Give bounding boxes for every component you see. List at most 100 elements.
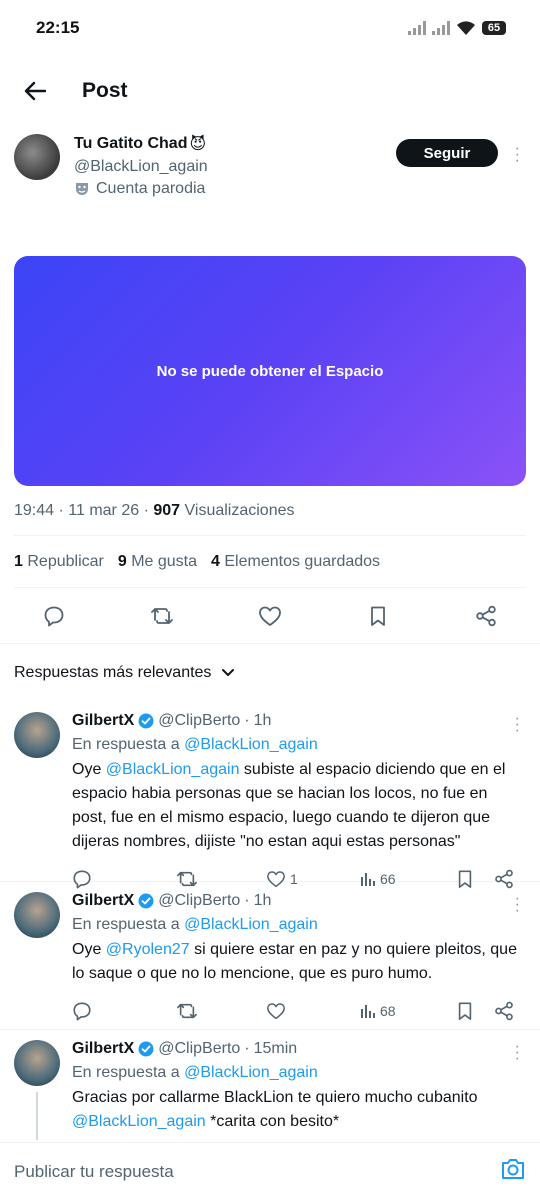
author-avatar[interactable] [14, 134, 60, 180]
author-info: Tu Gatito Chad 😈 @BlackLion_again Cuenta… [74, 134, 208, 256]
bookmarks-stat[interactable]: 4 Elementos guardados [211, 553, 380, 571]
author-emoji: 😈 [189, 136, 207, 153]
share-button[interactable] [466, 596, 506, 636]
bookmark-button[interactable] [358, 596, 398, 636]
replying-prefix: En respuesta a [72, 1064, 180, 1081]
post-time: 19:44 [14, 502, 55, 519]
author-handle[interactable]: @BlackLion_again [74, 158, 208, 176]
camera-icon [502, 1159, 524, 1179]
heart-icon [267, 1003, 285, 1020]
verified-badge-icon [138, 1041, 154, 1057]
status-bar: 22:15 65 [0, 0, 540, 56]
post-stats: 1 Republicar 9 Me gusta 4 Elementos guar… [14, 536, 526, 588]
wifi-icon [457, 21, 475, 35]
reply-share-button[interactable] [494, 1001, 514, 1021]
replying-to: En respuesta a @BlackLion_again [72, 916, 526, 934]
reply-repost-button[interactable] [176, 1001, 266, 1021]
status-icons: 65 [408, 20, 506, 36]
reply-views-button[interactable]: 68 [360, 1003, 456, 1019]
reply-author-handle[interactable]: @ClipBerto [158, 712, 240, 730]
reply-comment-button[interactable] [72, 1001, 176, 1021]
reply-text-prefix: Gracias por callarme BlackLion te quiero… [72, 1089, 478, 1106]
likes-stat[interactable]: 9 Me gusta [118, 553, 197, 571]
author-name-row[interactable]: Tu Gatito Chad 😈 [74, 134, 208, 154]
reply-more-options-icon[interactable]: · · · [515, 711, 520, 739]
reply-author-handle[interactable]: @ClipBerto [158, 892, 240, 910]
reply-item[interactable]: GilbertX @ClipBerto · 15min En respuesta… [0, 1030, 540, 1140]
reply-mention[interactable]: @Ryolen27 [106, 941, 190, 958]
share-icon [476, 605, 496, 626]
replying-to-handle[interactable]: @BlackLion_again [184, 916, 318, 933]
back-arrow-icon [24, 81, 46, 101]
reposts-count: 1 [14, 552, 23, 570]
reply-time: 1h [253, 892, 272, 909]
heart-icon [259, 606, 281, 626]
reply-text: Oye @BlackLion_again subiste al espacio … [72, 758, 526, 854]
reply-author-name[interactable]: GilbertX [72, 892, 134, 910]
share-icon [495, 1001, 513, 1021]
thread-line [36, 1092, 38, 1140]
reply-body: GilbertX @ClipBerto · 1h En respuesta a … [72, 712, 526, 889]
author-name: Tu Gatito Chad [74, 135, 188, 152]
likes-count: 9 [117, 552, 127, 570]
reply-icon [44, 606, 64, 626]
space-error-message: No se puede obtener el Espacio [156, 362, 384, 380]
reply-avatar[interactable] [14, 712, 60, 758]
reply-like-button[interactable] [266, 1002, 360, 1020]
parody-badge: Cuenta parodia [74, 180, 208, 198]
replies-sort-selector[interactable]: Respuestas más relevantes [0, 644, 540, 702]
replying-prefix: En respuesta a [72, 736, 180, 753]
repost-button[interactable] [142, 596, 182, 636]
reply-body: GilbertX @ClipBerto · 1h En respuesta a … [72, 892, 526, 1029]
bookmarks-label: Elementos guardados [224, 552, 381, 570]
camera-button[interactable] [500, 1157, 526, 1186]
dot-separator: · [244, 892, 250, 909]
dot-separator: · [244, 1040, 250, 1057]
reply-views-count: 68 [380, 1003, 396, 1019]
reply-button[interactable] [34, 596, 74, 636]
reply-more-options-icon[interactable]: · · · [515, 1039, 520, 1067]
reply-avatar[interactable] [14, 1040, 60, 1086]
page-title: Post [82, 79, 128, 102]
views-chart-icon [361, 1005, 375, 1018]
reply-author-handle[interactable]: @ClipBerto [158, 1040, 240, 1058]
reply-item[interactable]: GilbertX @ClipBerto · 1h En respuesta a … [0, 882, 540, 1030]
space-card[interactable]: No se puede obtener el Espacio [14, 256, 526, 486]
bookmark-icon [371, 606, 385, 626]
replying-to: En respuesta a @BlackLion_again [72, 1064, 526, 1082]
reply-author-name[interactable]: GilbertX [72, 1040, 134, 1058]
reply-more-options-icon[interactable]: · · · [515, 891, 520, 919]
reply-icon [73, 1002, 91, 1021]
reply-item[interactable]: GilbertX @ClipBerto · 1h En respuesta a … [0, 702, 540, 889]
reply-header: GilbertX @ClipBerto · 1h [72, 712, 526, 730]
replying-to: En respuesta a @BlackLion_again [72, 736, 526, 754]
more-options-icon[interactable]: · · · [515, 141, 520, 169]
replying-to-handle[interactable]: @BlackLion_again [184, 1064, 318, 1081]
likes-label: Me gusta [131, 552, 198, 570]
like-button[interactable] [250, 596, 290, 636]
sort-label: Respuestas más relevantes [14, 664, 212, 681]
reply-header: GilbertX @ClipBerto · 15min [72, 1040, 526, 1058]
reply-author-name[interactable]: GilbertX [72, 712, 134, 730]
bookmark-icon [458, 1002, 472, 1020]
replying-to-handle[interactable]: @BlackLion_again [184, 736, 318, 753]
repost-icon [151, 607, 173, 624]
reply-bookmark-button[interactable] [456, 1001, 494, 1021]
reply-mention[interactable]: @BlackLion_again [106, 761, 240, 778]
bookmarks-count: 4 [211, 552, 220, 570]
post-date: 11 mar 26 [68, 502, 140, 519]
reply-compose-input[interactable]: Publicar tu respuesta [14, 1162, 174, 1182]
back-button[interactable] [20, 76, 50, 106]
post-meta: 19:44 · 11 mar 26 · 907 Visualizaciones [14, 502, 526, 536]
reply-time: 1h [253, 712, 272, 729]
follow-button[interactable]: Seguir [396, 139, 498, 167]
signal-icon-2 [432, 21, 450, 35]
reply-actions: 68 [72, 986, 526, 1036]
status-time: 22:15 [36, 18, 80, 37]
reposts-stat[interactable]: 1 Republicar [14, 553, 104, 571]
reply-mention[interactable]: @BlackLion_again [72, 1113, 206, 1130]
reply-avatar[interactable] [14, 892, 60, 938]
reposts-label: Republicar [27, 552, 104, 570]
replying-prefix: En respuesta a [72, 916, 180, 933]
reply-text: Oye @Ryolen27 si quiere estar en paz y n… [72, 938, 526, 986]
